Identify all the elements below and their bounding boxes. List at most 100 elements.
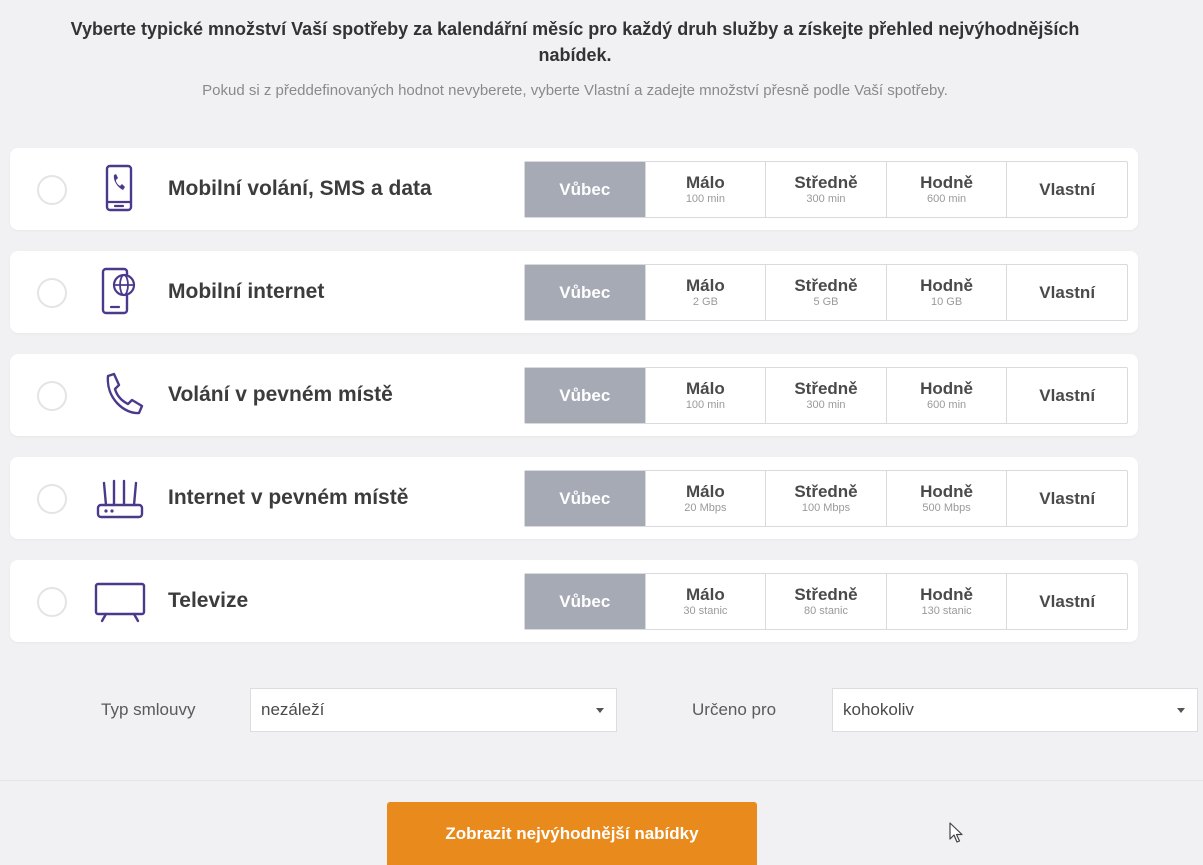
audience-select[interactable]: kohokoliv bbox=[832, 688, 1198, 732]
usage-option-title: Vlastní bbox=[1039, 283, 1096, 302]
usage-option[interactable]: Hodně 500 Mbps bbox=[885, 471, 1007, 526]
service-radio[interactable] bbox=[37, 587, 67, 617]
usage-option-title: Málo bbox=[686, 276, 725, 295]
usage-option[interactable]: Hodně 600 min bbox=[885, 368, 1007, 423]
audience-label: Určeno pro bbox=[692, 700, 777, 719]
service-list: Mobilní volání, SMS a data Vůbec Málo 100 m… bbox=[10, 148, 1138, 663]
service-label: Mobilní internet bbox=[168, 280, 325, 303]
contract-type-value: nezáleží bbox=[261, 700, 325, 719]
usage-option-title: Hodně bbox=[920, 585, 974, 604]
usage-option-amount: 100 min bbox=[685, 399, 725, 411]
service-radio[interactable] bbox=[37, 381, 67, 411]
usage-option[interactable]: Vlastní bbox=[1006, 471, 1127, 526]
chevron-down-icon bbox=[1177, 708, 1185, 713]
usage-option-title: Vůbec bbox=[559, 592, 611, 611]
usage-option-amount: 10 GB bbox=[930, 296, 963, 308]
usage-option-title: Vůbec bbox=[559, 180, 611, 199]
mouse-cursor-icon bbox=[949, 822, 963, 843]
filters: Typ smlouvy nezáleží Určeno pro kohokoli… bbox=[0, 688, 1203, 732]
usage-option-title: Hodně bbox=[920, 173, 974, 192]
usage-option-amount: 600 min bbox=[927, 193, 967, 205]
usage-option[interactable]: Vlastní bbox=[1006, 574, 1127, 629]
chevron-down-icon bbox=[596, 708, 604, 713]
usage-options: Vůbec Málo 100 min Středně 300 min Hodně 600 m… bbox=[524, 161, 1128, 218]
usage-option-amount: 100 min bbox=[685, 193, 725, 205]
service-row: Mobilní internet Vůbec Málo 2 GB Středně 5 GB… bbox=[10, 251, 1138, 333]
contract-type-label: Typ smlouvy bbox=[101, 700, 196, 719]
usage-option-title: Vlastní bbox=[1039, 386, 1096, 405]
service-row: Televize Vůbec Málo 30 stanic Středně 80 stan… bbox=[10, 560, 1138, 642]
usage-option[interactable]: Vůbec bbox=[525, 368, 645, 423]
service-radio[interactable] bbox=[37, 278, 67, 308]
usage-option[interactable]: Vůbec bbox=[525, 162, 645, 217]
service-radio[interactable] bbox=[37, 484, 67, 514]
router-icon bbox=[86, 469, 150, 527]
usage-option[interactable]: Hodně 130 stanic bbox=[885, 574, 1007, 629]
usage-option-title: Středně bbox=[794, 585, 858, 604]
service-row: Internet v pevném místě Vůbec Málo 20 Mbps S… bbox=[10, 457, 1138, 539]
usage-option-title: Středně bbox=[794, 379, 858, 398]
usage-option-title: Vlastní bbox=[1039, 592, 1096, 611]
service-radio[interactable] bbox=[37, 175, 67, 205]
usage-option-title: Málo bbox=[686, 482, 725, 501]
contract-type-select[interactable]: nezáleží bbox=[250, 688, 617, 732]
intro-subtitle: Pokud si z předdefinovaných hodnot nevyb… bbox=[202, 82, 948, 99]
service-row: Mobilní volání, SMS a data Vůbec Málo 100 m… bbox=[10, 148, 1138, 230]
usage-option[interactable]: Málo 100 min bbox=[644, 368, 766, 423]
usage-option-title: Hodně bbox=[920, 482, 974, 501]
usage-option-title: Vůbec bbox=[559, 489, 611, 508]
usage-option-title: Středně bbox=[794, 482, 858, 501]
service-label: Volání v pevném místě bbox=[168, 383, 393, 406]
divider bbox=[0, 780, 1203, 781]
usage-option-amount: 20 Mbps bbox=[684, 502, 727, 514]
usage-option[interactable]: Vlastní bbox=[1006, 368, 1127, 423]
usage-option[interactable]: Hodně 10 GB bbox=[885, 265, 1007, 320]
usage-option-title: Vlastní bbox=[1039, 489, 1096, 508]
usage-option-title: Vůbec bbox=[559, 386, 611, 405]
usage-option[interactable]: Málo 20 Mbps bbox=[644, 471, 766, 526]
usage-option[interactable]: Málo 30 stanic bbox=[644, 574, 766, 629]
usage-option-title: Málo bbox=[686, 379, 725, 398]
intro-title: Vyberte typické množství Vaší spotřeby z… bbox=[70, 19, 1080, 65]
usage-option-title: Středně bbox=[794, 173, 858, 192]
usage-option-amount: 5 GB bbox=[813, 296, 839, 308]
mobile-phone-call-icon bbox=[86, 160, 150, 218]
usage-option[interactable]: Vůbec bbox=[525, 574, 645, 629]
usage-option-amount: 100 Mbps bbox=[801, 502, 851, 514]
usage-option-title: Vůbec bbox=[559, 283, 611, 302]
usage-option-title: Hodně bbox=[920, 276, 974, 295]
usage-option[interactable]: Vůbec bbox=[525, 265, 645, 320]
usage-option-title: Středně bbox=[794, 276, 858, 295]
usage-option[interactable]: Málo 100 min bbox=[644, 162, 766, 217]
usage-option-amount: 500 Mbps bbox=[922, 502, 971, 514]
usage-options: Vůbec Málo 20 Mbps Středně 100 Mbps Hodně 500 … bbox=[524, 470, 1128, 527]
service-label: Internet v pevném místě bbox=[168, 486, 409, 509]
usage-option-title: Málo bbox=[686, 173, 725, 192]
usage-option[interactable]: Vlastní bbox=[1006, 265, 1127, 320]
television-icon bbox=[86, 572, 150, 630]
service-row: Volání v pevném místě Vůbec Málo 100 min Stř… bbox=[10, 354, 1138, 436]
usage-option-amount: 300 min bbox=[806, 193, 846, 205]
usage-option-amount: 130 stanic bbox=[921, 605, 972, 617]
usage-option[interactable]: Vlastní bbox=[1006, 162, 1127, 217]
usage-option[interactable]: Středně 100 Mbps bbox=[765, 471, 886, 526]
usage-option[interactable]: Středně 300 min bbox=[765, 368, 886, 423]
usage-option[interactable]: Hodně 600 min bbox=[885, 162, 1007, 217]
usage-option-title: Málo bbox=[686, 585, 725, 604]
usage-option[interactable]: Vůbec bbox=[525, 471, 645, 526]
audience-value: kohokoliv bbox=[843, 700, 914, 719]
usage-options: Vůbec Málo 30 stanic Středně 80 stanic Hodně 1… bbox=[524, 573, 1128, 630]
usage-options: Vůbec Málo 2 GB Středně 5 GB Hodně 10 GB Vlastn… bbox=[524, 264, 1128, 321]
show-best-offers-button[interactable]: Zobrazit nejvýhodnější nabídky bbox=[387, 802, 757, 865]
intro: Vyberte typické množství Vaší spotřeby z… bbox=[0, 16, 1150, 99]
service-label: Mobilní volání, SMS a data bbox=[168, 177, 432, 200]
usage-option[interactable]: Středně 80 stanic bbox=[765, 574, 886, 629]
usage-option[interactable]: Středně 5 GB bbox=[765, 265, 886, 320]
usage-option-amount: 600 min bbox=[927, 399, 967, 411]
usage-option-title: Vlastní bbox=[1039, 180, 1096, 199]
usage-option-amount: 2 GB bbox=[692, 296, 718, 308]
usage-option-title: Hodně bbox=[920, 379, 974, 398]
usage-option-amount: 80 stanic bbox=[803, 605, 848, 617]
usage-option[interactable]: Málo 2 GB bbox=[644, 265, 766, 320]
usage-option[interactable]: Středně 300 min bbox=[765, 162, 886, 217]
